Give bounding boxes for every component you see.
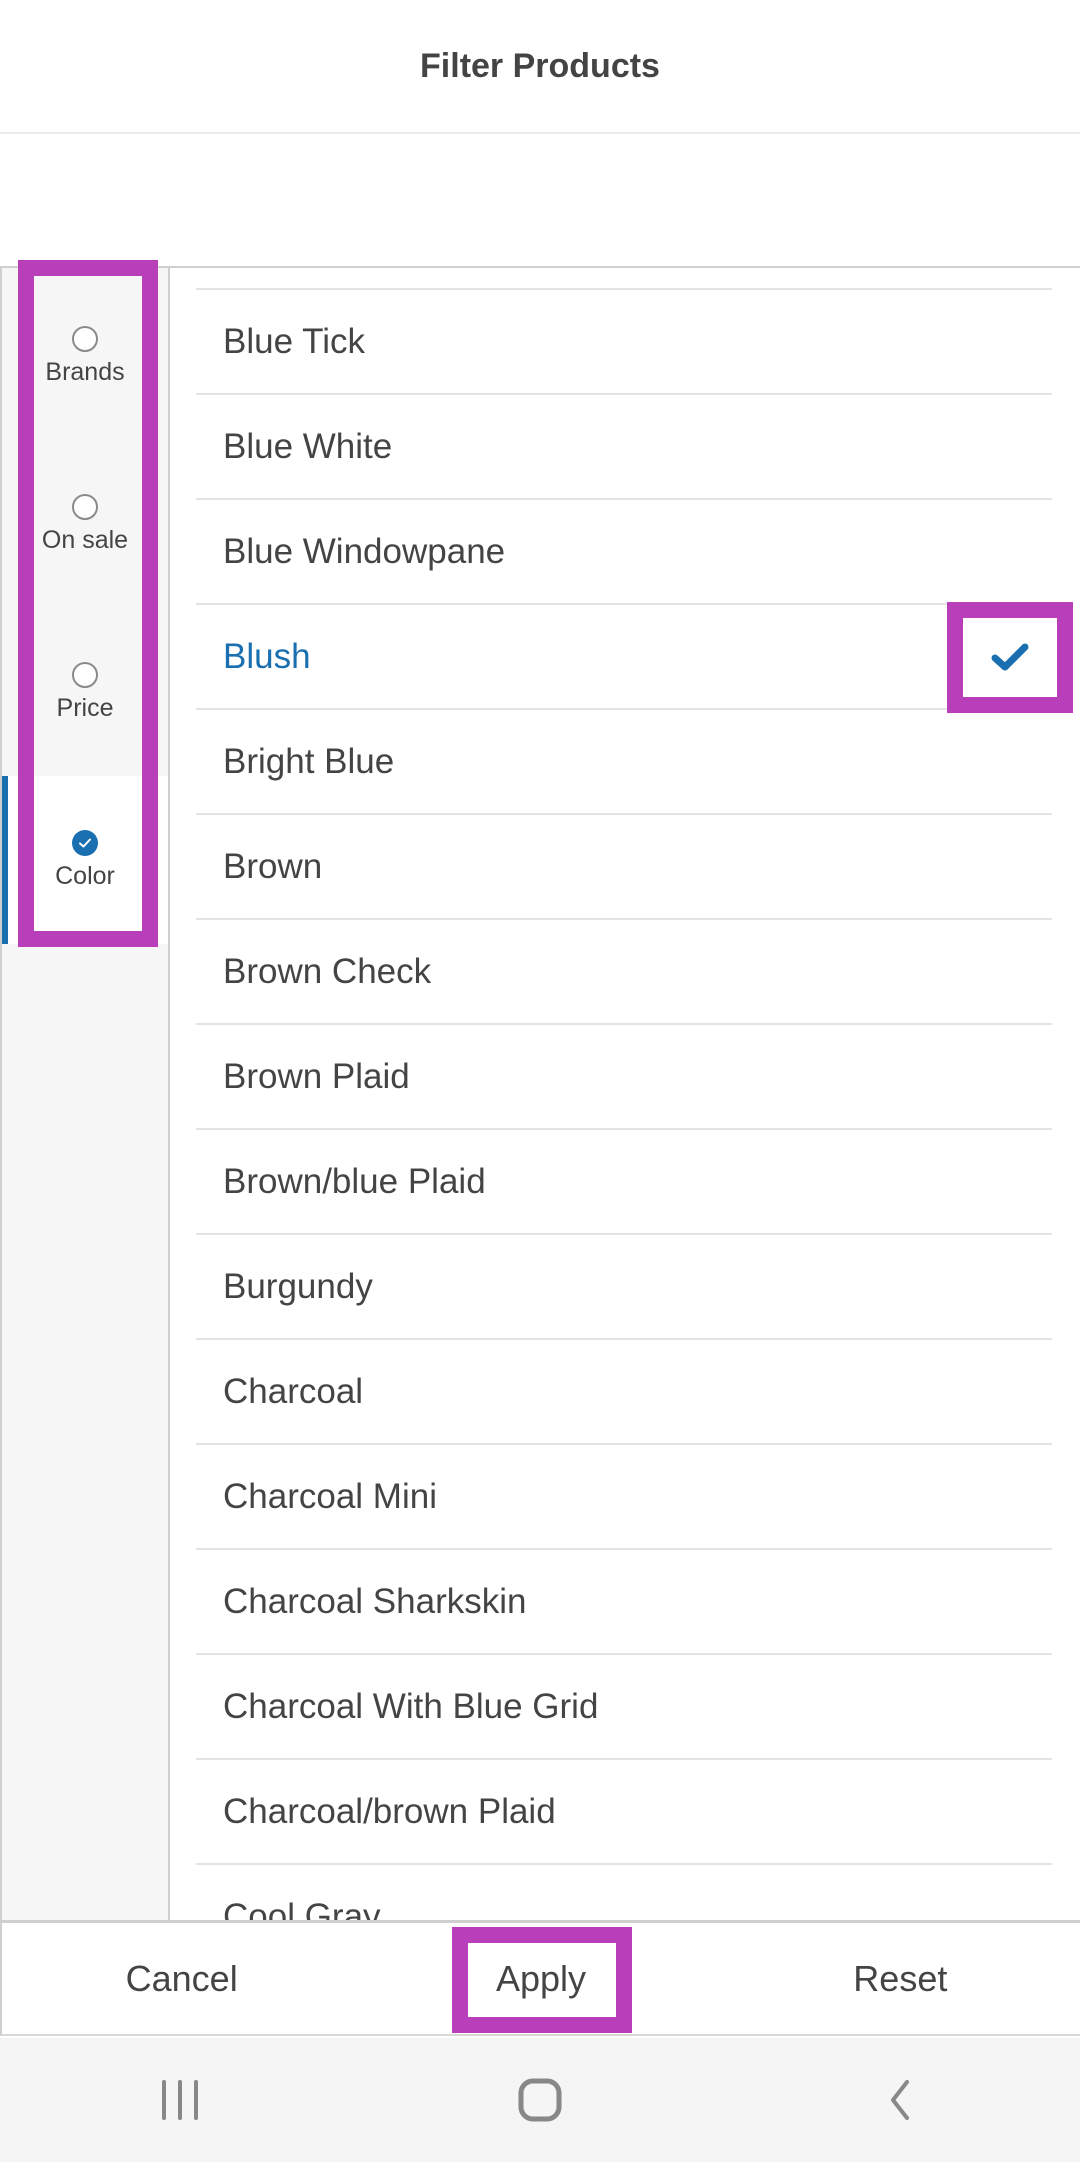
page-title: Filter Products [420,46,660,85]
color-option-cool-gray[interactable]: Cool Gray [196,1863,1052,1922]
color-option-label: Brown [223,846,323,886]
header: Filter Products [0,0,1080,134]
color-option-blue-windowpane[interactable]: Blue Windowpane [196,498,1052,603]
color-option-blush[interactable]: Blush [196,603,1052,708]
color-option-charcoal-brown-plaid[interactable]: Charcoal/brown Plaid [196,1758,1052,1863]
color-option-label: Charcoal With Blue Grid [223,1686,599,1726]
color-option-label: Blue Windowpane [223,531,506,571]
tab-on-sale[interactable]: On sale [2,440,168,608]
recents-button[interactable] [0,2078,360,2122]
color-option-label: Bright Blue [223,741,395,781]
color-option-list[interactable]: Blue Tick Blue White Blue Windowpane Blush B… [170,268,1080,1922]
radio-icon [72,325,98,352]
color-option-charcoal[interactable]: Charcoal [196,1338,1052,1443]
color-option-brown[interactable]: Brown [196,813,1052,918]
color-option-bright-blue[interactable]: Bright Blue [196,708,1052,813]
cancel-button[interactable]: Cancel [2,1923,361,2034]
reset-button[interactable]: Reset [721,1923,1080,2034]
back-icon [891,2080,909,2120]
color-option-blue-white[interactable]: Blue White [196,393,1052,498]
filter-category-sidebar: Brands On sale Price Color [0,268,170,1922]
color-option-blue-tick[interactable]: Blue Tick [196,288,1052,393]
back-button[interactable] [720,2078,1080,2122]
checkmark-icon [991,643,1029,671]
color-option-label: Charcoal [223,1371,364,1411]
color-option-label: Blue White [223,426,393,466]
home-icon [518,2078,562,2122]
action-bar: Cancel Apply Reset [0,1920,1080,2036]
checked-radio-icon [72,829,98,856]
system-navigation-bar [0,2038,1080,2162]
filter-content: Brands On sale Price Color Blue Tick Blue… [0,266,1080,1922]
color-option-label: Brown Check [223,951,432,991]
color-option-label: Burgundy [223,1266,373,1306]
recents-icon [162,2080,198,2120]
color-option-charcoal-mini[interactable]: Charcoal Mini [196,1443,1052,1548]
tab-label: Color [55,861,115,890]
tab-label: Brands [45,357,125,386]
apply-button[interactable]: Apply [361,1923,720,2034]
tab-label: Price [56,693,114,722]
tab-color[interactable]: Color [2,776,168,944]
color-option-brown-blue-plaid[interactable]: Brown/blue Plaid [196,1128,1052,1233]
color-option-burgundy[interactable]: Burgundy [196,1233,1052,1338]
color-option-label: Blush [223,636,311,676]
home-button[interactable] [360,2078,720,2122]
color-option-charcoal-with-blue-grid[interactable]: Charcoal With Blue Grid [196,1653,1052,1758]
header-spacer [0,136,1080,266]
color-option-label: Charcoal Sharkskin [223,1581,527,1621]
color-option-label: Charcoal/brown Plaid [223,1791,556,1831]
color-option-charcoal-sharkskin[interactable]: Charcoal Sharkskin [196,1548,1052,1653]
radio-icon [72,661,98,688]
color-option-label: Charcoal Mini [223,1476,437,1516]
color-option-label: Brown/blue Plaid [223,1161,486,1201]
color-option-brown-check[interactable]: Brown Check [196,918,1052,1023]
color-option-label: Brown Plaid [223,1056,410,1096]
tab-brands[interactable]: Brands [2,272,168,440]
tab-label: On sale [41,525,129,554]
color-option-brown-plaid[interactable]: Brown Plaid [196,1023,1052,1128]
color-option-label: Cool Gray [223,1896,381,1923]
radio-icon [72,493,98,520]
tab-price[interactable]: Price [2,608,168,776]
color-option-label: Blue Tick [223,321,365,361]
